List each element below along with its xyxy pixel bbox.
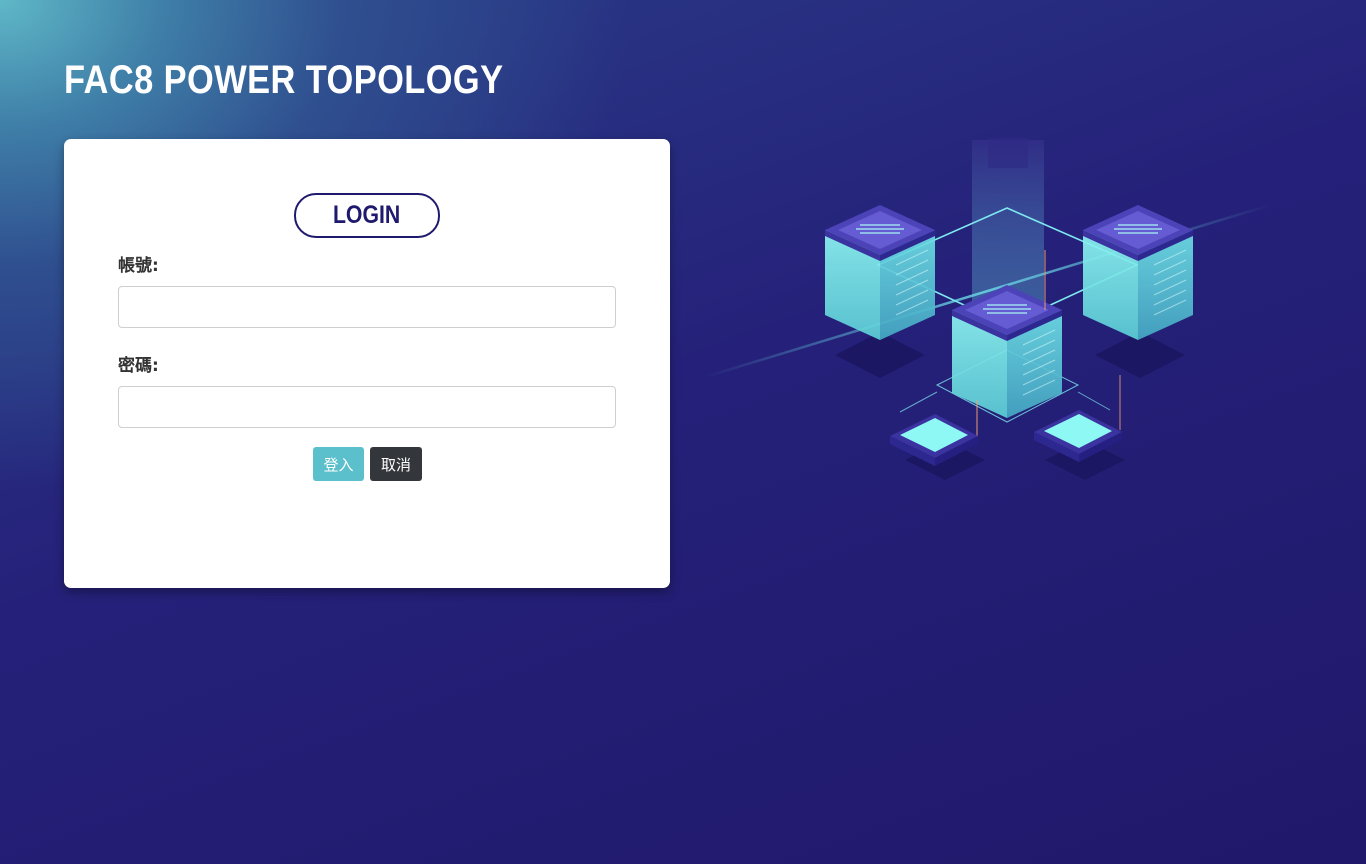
password-label: 密碼:: [118, 356, 159, 376]
login-heading: LOGIN: [294, 193, 440, 238]
app-title: FAC8 POWER TOPOLOGY: [64, 58, 504, 102]
username-label: 帳號:: [118, 256, 159, 276]
login-card: LOGIN 帳號: 密碼: 登入 取消: [64, 139, 670, 588]
server-network-illustration-icon: [704, 138, 1271, 480]
username-input[interactable]: [118, 286, 616, 328]
password-input[interactable]: [118, 386, 616, 428]
login-button[interactable]: 登入: [313, 447, 364, 481]
cancel-button[interactable]: 取消: [370, 447, 422, 481]
login-heading-text: LOGIN: [333, 201, 401, 229]
